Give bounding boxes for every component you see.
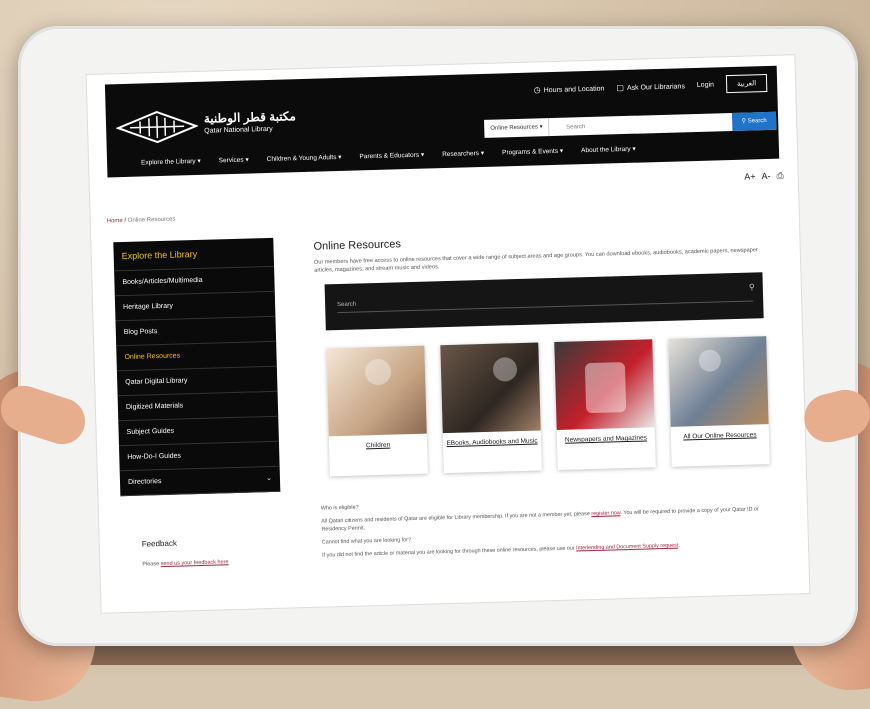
search-input[interactable] bbox=[564, 113, 718, 137]
feedback-title: Feedback bbox=[142, 539, 177, 549]
language-button[interactable]: العربية bbox=[726, 74, 768, 93]
logo-english-text: Qatar National Library bbox=[204, 126, 273, 135]
search-scope-select[interactable]: Online Resources ▾ bbox=[484, 118, 550, 138]
children-reading-image bbox=[326, 346, 426, 437]
clock-icon: ◷ bbox=[534, 85, 541, 94]
card-label[interactable]: All Our Online Resources bbox=[671, 430, 769, 442]
top-links: ◷Hours and Location ▢Ask Our Librarians … bbox=[533, 74, 767, 99]
resource-search-placeholder: Search bbox=[337, 302, 356, 309]
resource-cards: Children EBooks, Audiobooks and Music Ne… bbox=[326, 336, 769, 476]
sidebar-item-directories[interactable]: Directories ⌄ bbox=[120, 467, 281, 496]
feedback-link[interactable]: send us your feedback here bbox=[161, 559, 229, 567]
search-underline bbox=[337, 300, 753, 313]
listening-music-image bbox=[440, 342, 540, 433]
breadcrumb-current: Online Resources bbox=[128, 217, 176, 224]
feedback-text: Please send us your feedback here bbox=[142, 559, 228, 567]
interlending-link[interactable]: Interlending and Document Supply request bbox=[576, 543, 678, 552]
library-logo-icon bbox=[116, 109, 199, 145]
nav-programs[interactable]: Programs & Events ▾ bbox=[502, 147, 563, 157]
font-decrease-button[interactable]: A- bbox=[761, 171, 770, 182]
hours-location-link[interactable]: ◷Hours and Location bbox=[534, 83, 605, 94]
page-title: Online Resources bbox=[313, 238, 401, 252]
search-button[interactable]: ⚲ Search bbox=[732, 112, 776, 131]
printer-icon[interactable]: ⎙ bbox=[776, 171, 784, 182]
resource-search-box[interactable]: Search ⚲ bbox=[325, 272, 764, 330]
nav-explore[interactable]: Explore the Library ▾ bbox=[141, 157, 201, 167]
breadcrumb-separator: / bbox=[124, 218, 126, 224]
eligibility-info: Who is eligible? All Qatari citizens and… bbox=[321, 492, 782, 565]
sidebar: Explore the Library Books/Articles/Multi… bbox=[113, 238, 280, 496]
card-label[interactable]: Newspapers and Magazines bbox=[557, 433, 655, 445]
nav-parents[interactable]: Parents & Educators ▾ bbox=[359, 151, 424, 161]
card-label[interactable]: EBooks, Audiobooks and Music bbox=[443, 436, 541, 448]
card-ebooks[interactable]: EBooks, Audiobooks and Music bbox=[440, 342, 542, 473]
ask-librarians-link[interactable]: ▢Ask Our Librarians bbox=[616, 81, 685, 92]
breadcrumb: Home / Online Resources bbox=[107, 217, 176, 225]
chevron-down-icon: ▾ bbox=[540, 124, 543, 130]
phone-shape bbox=[585, 362, 626, 413]
site-header: مكتبة قطر الوطنية Qatar National Library… bbox=[105, 66, 779, 178]
person-shape bbox=[493, 357, 518, 382]
card-children[interactable]: Children bbox=[326, 346, 428, 477]
card-all-resources[interactable]: All Our Online Resources bbox=[668, 336, 770, 467]
header-search: Online Resources ▾ ⚲ Search bbox=[484, 112, 776, 138]
register-link[interactable]: register now bbox=[591, 510, 620, 517]
person-shape bbox=[699, 349, 722, 372]
breadcrumb-home[interactable]: Home bbox=[107, 218, 123, 224]
nav-researchers[interactable]: Researchers ▾ bbox=[442, 149, 484, 158]
search-icon[interactable]: ⚲ bbox=[749, 282, 755, 291]
accessibility-tools: A+ A- ⎙ bbox=[744, 171, 784, 183]
person-shape bbox=[365, 359, 392, 386]
chat-icon: ▢ bbox=[616, 82, 624, 91]
logo-arabic-text: مكتبة قطر الوطنية bbox=[204, 109, 296, 126]
phone-news-image bbox=[554, 339, 654, 430]
nav-children[interactable]: Children & Young Adults ▾ bbox=[267, 153, 342, 163]
main-nav: Explore the Library ▾ Services ▾ Childre… bbox=[141, 145, 636, 167]
tablet-screen: مكتبة قطر الوطنية Qatar National Library… bbox=[87, 55, 810, 613]
chevron-down-icon: ⌄ bbox=[266, 467, 273, 491]
card-newspapers[interactable]: Newspapers and Magazines bbox=[554, 339, 656, 470]
nav-services[interactable]: Services ▾ bbox=[219, 155, 249, 164]
card-label[interactable]: Children bbox=[329, 440, 427, 452]
nav-about[interactable]: About the Library ▾ bbox=[581, 145, 636, 155]
sidebar-heading[interactable]: Explore the Library bbox=[113, 238, 274, 271]
font-increase-button[interactable]: A+ bbox=[744, 171, 756, 182]
login-link[interactable]: Login bbox=[697, 81, 714, 88]
man-reading-tablet-image bbox=[668, 336, 768, 427]
